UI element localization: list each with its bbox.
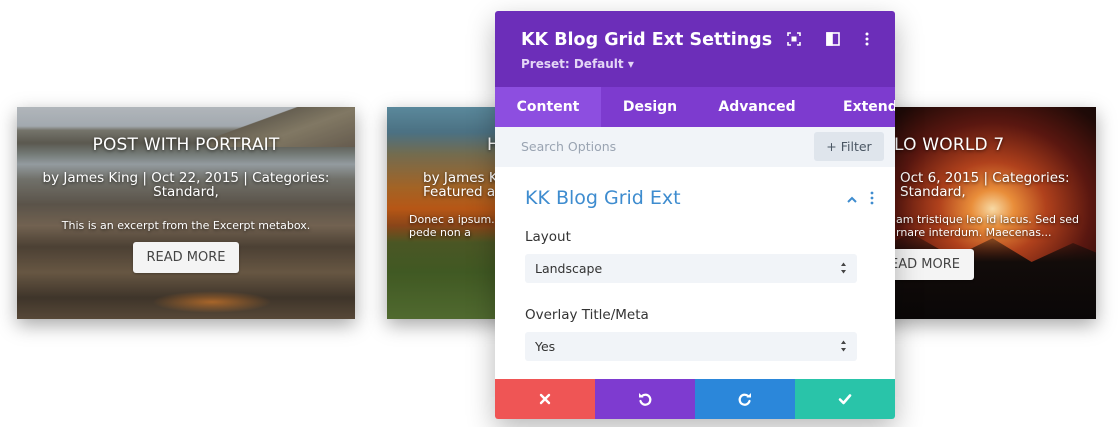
close-icon [539, 393, 551, 405]
card-excerpt: This is an excerpt from the Excerpt meta… [61, 219, 311, 232]
card-title[interactable]: LO WORLD 7 [866, 135, 1080, 155]
split-view-icon[interactable] [825, 31, 841, 47]
filter-button[interactable]: + Filter [814, 132, 884, 161]
check-icon [838, 394, 852, 405]
card-excerpt-line: rnare interdum. Maecenas... [896, 226, 1052, 239]
modal-header: KK Blog Grid Ext Settings Preset: Defaul… [495, 11, 895, 87]
settings-section: KK Blog Grid Ext Layout Landscape Overla… [495, 167, 895, 379]
card-meta-line: Standard, [900, 184, 966, 200]
tab-design[interactable]: Design [601, 87, 699, 127]
blog-card-3: LO WORLD 7 Oct 6, 2015 | Categories: Sta… [866, 107, 1096, 319]
preset-dropdown[interactable]: Preset: Default ▾ [521, 57, 634, 71]
card-content: POST WITH PORTRAIT by James King | Oct 2… [17, 107, 355, 273]
modal-title: KK Blog Grid Ext Settings [521, 30, 773, 50]
overlay-label: Overlay Title/Meta [525, 307, 649, 323]
undo-button[interactable] [595, 379, 695, 419]
undo-icon [639, 393, 652, 406]
chevron-up-icon[interactable] [846, 194, 858, 206]
more-options-icon[interactable] [859, 31, 875, 47]
redo-icon [738, 393, 751, 406]
search-input[interactable] [521, 127, 791, 167]
card-meta: by James King | Oct 22, 2015 | Categorie… [42, 170, 330, 200]
card-meta-line: Oct 6, 2015 | Categories: [900, 170, 1070, 186]
section-title[interactable]: KK Blog Grid Ext [525, 187, 681, 209]
card-meta: Oct 6, 2015 | Categories: Standard, [866, 171, 1080, 199]
save-button[interactable] [795, 379, 895, 419]
settings-modal: KK Blog Grid Ext Settings Preset: Defaul… [495, 11, 895, 419]
read-more-button[interactable]: READ MORE [132, 242, 240, 273]
fullscreen-icon[interactable] [786, 31, 802, 47]
layout-label: Layout [525, 229, 571, 245]
tab-bar: Content Design Advanced Extende [495, 87, 895, 127]
card-title[interactable]: POST WITH PORTRAIT [33, 135, 339, 155]
redo-button[interactable] [695, 379, 795, 419]
section-menu-icon[interactable] [869, 190, 875, 206]
modal-footer [495, 379, 895, 419]
card-excerpt-line: am tristique leo id lacus. Sed sed [896, 213, 1079, 226]
card-content: LO WORLD 7 Oct 6, 2015 | Categories: Sta… [866, 107, 1096, 280]
layout-select[interactable]: Landscape [525, 254, 857, 283]
overlay-select-value: Yes [535, 339, 556, 354]
select-arrows-icon [841, 262, 846, 274]
tab-extended[interactable]: Extende [815, 87, 895, 127]
layout-select-value: Landscape [535, 261, 603, 276]
tab-content[interactable]: Content [495, 87, 601, 127]
card-excerpt: am tristique leo id lacus. Sed sed rnare… [866, 213, 1080, 239]
select-arrows-icon [841, 340, 846, 352]
tab-advanced[interactable]: Advanced [699, 87, 815, 127]
cancel-button[interactable] [495, 379, 595, 419]
overlay-select[interactable]: Yes [525, 332, 857, 361]
blog-card-1: POST WITH PORTRAIT by James King | Oct 2… [17, 107, 355, 319]
search-bar: + Filter [495, 127, 895, 167]
